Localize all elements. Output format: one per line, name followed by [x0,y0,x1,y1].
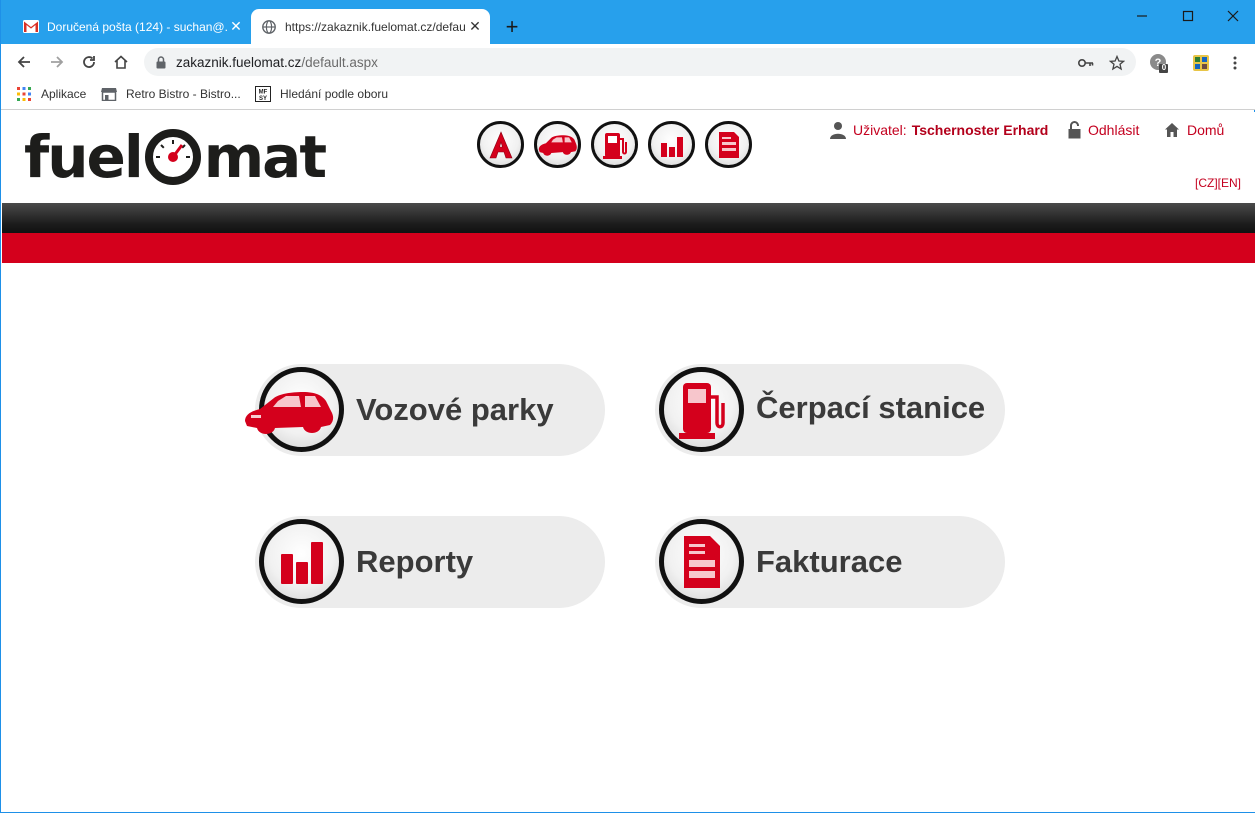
tile-label: Vozové parky [356,392,554,427]
bookmark-label: Aplikace [41,87,87,101]
home-label: Domů [1187,122,1225,138]
tile-cerpaci-stanice[interactable]: Čerpací stanice [655,364,1005,456]
bookmark-label: Retro Bistro - Bistro... [126,87,241,101]
car-icon [244,367,344,452]
store-icon [101,86,117,102]
extension-picture-icon[interactable] [1191,53,1211,73]
language-switcher: [CZ][EN] [1195,176,1241,190]
extension-help-icon[interactable]: ? 0 [1149,53,1169,73]
gmail-icon [23,19,39,35]
header-dark-band [2,203,1255,233]
user-info: Uživatel: Tschernoster Erhard [830,120,1048,140]
new-tab-icon[interactable]: + [499,14,525,40]
menu-icon[interactable] [1225,53,1245,73]
bookmarks-bar: Aplikace Retro Bistro - Bistro... MF SY H… [1,80,1255,110]
reload-icon[interactable] [76,49,102,75]
admin-a-icon[interactable] [477,121,524,168]
close-tab-icon[interactable]: ✕ [466,18,484,35]
tile-reporty[interactable]: Reporty [255,516,605,608]
top-icon-nav [477,121,752,168]
page-content: fuel mat Uživatel: Tschernoster Erhard O… [2,112,1255,812]
tab-title: https://zakaznik.fuelomat.cz/default.asp… [285,19,466,34]
invoice-icon[interactable] [705,121,752,168]
bookmark-hledani[interactable]: MF SY Hledání podle oboru [255,86,388,102]
gauge-logo-icon [143,127,203,187]
user-icon [830,121,846,139]
tab-title: Doručená pošta (124) - suchan@... [47,19,227,34]
car-icon[interactable] [534,121,581,168]
invoice-icon [659,519,744,604]
fuel-pump-icon [659,367,744,452]
browser-toolbar: zakaznik.fuelomat.cz/default.aspx ? 0 [1,44,1255,80]
user-label: Uživatel: [853,122,907,138]
star-icon[interactable] [1108,54,1126,72]
tab-fuelomat[interactable]: https://zakaznik.fuelomat.cz/default.asp… [251,9,490,44]
svg-text:MF: MF [259,90,268,96]
tile-vozove-parky[interactable]: Vozové parky [244,364,605,456]
header-red-band [2,233,1255,263]
close-tab-icon[interactable]: ✕ [227,18,245,35]
home-link[interactable]: Domů [1164,120,1224,140]
lang-cz-link[interactable]: [CZ] [1195,176,1218,190]
user-name: Tschernoster Erhard [911,122,1049,138]
close-window-icon[interactable] [1210,0,1255,32]
lock-icon[interactable] [156,55,166,69]
forward-icon[interactable] [44,49,70,75]
maximize-icon[interactable] [1165,0,1211,32]
logout-link[interactable]: Odhlásit [1068,120,1139,140]
extension-badge: 0 [1161,63,1167,72]
unlock-icon [1068,121,1081,139]
tile-label: Čerpací stanice [756,390,986,425]
address-bar[interactable]: zakaznik.fuelomat.cz/default.aspx [144,48,1136,76]
bookmark-retro-bistro[interactable]: Retro Bistro - Bistro... [101,86,241,102]
browser-window: Doručená pošta (124) - suchan@... ✕ http… [0,0,1255,813]
back-icon[interactable] [11,49,37,75]
logout-label: Odhlásit [1088,122,1140,138]
apps-grid-icon [16,86,32,102]
tab-strip: Doručená pošta (124) - suchan@... ✕ http… [1,0,1255,44]
globe-icon [261,19,277,35]
logo-text-right: mat [203,123,327,191]
tile-label: Fakturace [756,544,903,579]
tile-fakturace[interactable]: Fakturace [655,516,1005,608]
tile-label: Reporty [356,544,474,579]
home-icon[interactable] [108,49,134,75]
bookmark-label: Hledání podle oboru [280,87,389,101]
lang-en-link[interactable]: [EN] [1218,176,1241,190]
url-text: zakaznik.fuelomat.cz/default.aspx [176,54,378,70]
key-icon[interactable] [1077,54,1095,72]
tab-gmail[interactable]: Doručená pošta (124) - suchan@... ✕ [13,9,251,44]
mf-logo-icon: MF SY [255,86,271,102]
home-icon [1164,122,1180,138]
fuel-pump-icon[interactable] [591,121,638,168]
svg-text:SY: SY [259,96,267,102]
logo-text-left: fuel [24,123,144,191]
bookmark-apps[interactable]: Aplikace [16,86,86,102]
minimize-icon[interactable] [1119,0,1165,32]
bar-chart-icon[interactable] [648,121,695,168]
bar-chart-icon [259,519,344,604]
fuelomat-logo[interactable]: fuel mat [24,123,327,191]
